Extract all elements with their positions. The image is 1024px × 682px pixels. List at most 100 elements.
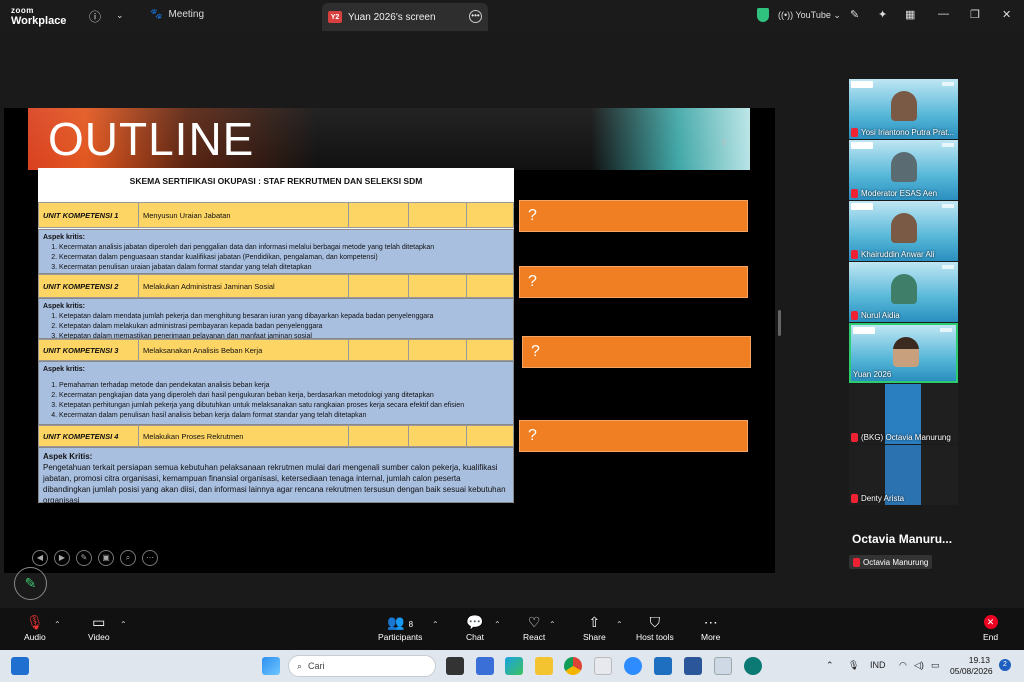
restore-icon[interactable]: ❐ — [970, 8, 980, 21]
annotate-pen-icon[interactable]: ✎ — [850, 8, 859, 21]
aspek-item: Kecermatan analisis jabatan diperoleh da… — [59, 243, 509, 253]
share-options-caret[interactable]: ⌃ — [616, 620, 623, 629]
search-box[interactable]: ⌕ Cari — [288, 655, 436, 677]
close-icon[interactable]: ✕ — [1002, 8, 1011, 21]
pen-tool-icon[interactable]: ✎ — [76, 550, 92, 566]
esas-logo — [851, 203, 873, 210]
clock[interactable]: 19.13 05/08/2026 — [950, 655, 993, 677]
react-options-caret[interactable]: ⌃ — [549, 620, 556, 629]
aspek-item: Pemahaman terhadap metode dan pendekatan… — [59, 381, 509, 391]
video-label: Video — [88, 632, 110, 642]
participant-tile[interactable]: Moderator ESAS Aen — [849, 140, 958, 200]
youtube-stream-menu[interactable]: ((•)) YouTube ⌄ — [778, 10, 841, 21]
sponsor-logo — [942, 204, 954, 208]
layout-icon[interactable]: ▦ — [905, 8, 915, 21]
participant-tile[interactable]: Khairuddin Anwar Ali — [849, 201, 958, 261]
photos-icon[interactable] — [714, 657, 732, 675]
edge-icon[interactable] — [505, 657, 523, 675]
participant-tile[interactable]: (BKG) Octavia Manurung — [849, 384, 958, 444]
unit-cell — [409, 340, 467, 360]
aspek-header: Aspek kritis: — [43, 303, 86, 310]
chevron-up-icon[interactable]: ⌃ — [826, 660, 834, 671]
aspek-header: Aspek Kritis: — [43, 452, 93, 461]
host-tools-button[interactable]: ⛉ Host tools — [636, 612, 674, 642]
chevron-down-icon[interactable]: ⌄ — [116, 10, 124, 21]
chrome-icon[interactable] — [564, 657, 582, 675]
more-options-icon[interactable]: ••• — [469, 10, 482, 23]
microphone-icon[interactable]: 🎙 — [848, 660, 859, 671]
audio-button[interactable]: 🎙 Audio — [24, 612, 46, 642]
more-icon: ⋯ — [703, 614, 718, 630]
aspek-item: Kecermatan dalam penulisan hasil analisi… — [59, 411, 509, 421]
snipping-tool-icon[interactable] — [594, 657, 612, 675]
react-button[interactable]: ♡ React — [523, 612, 545, 642]
battery-icon[interactable]: ▭ — [931, 660, 940, 671]
zoom-app-icon[interactable] — [624, 657, 642, 675]
chat-label: Chat — [466, 632, 484, 642]
video-options-caret[interactable]: ⌃ — [120, 620, 127, 629]
store-icon[interactable] — [476, 657, 494, 675]
sponsor-logo — [940, 328, 952, 332]
word-icon[interactable] — [684, 657, 702, 675]
widgets-icon[interactable] — [11, 657, 29, 675]
end-label: End — [983, 632, 999, 642]
shield-icon[interactable] — [757, 8, 769, 22]
participants-count: 8 — [408, 620, 414, 629]
volume-icon[interactable]: ◁) — [914, 660, 924, 671]
participant-video — [891, 91, 917, 121]
video-button[interactable]: ▭ Video — [88, 612, 110, 642]
participant-video — [891, 152, 917, 182]
meeting-menu[interactable]: 🐾 Meeting — [150, 9, 204, 20]
next-slide-icon[interactable]: ▶ — [54, 550, 70, 566]
slides-grid-icon[interactable]: ▣ — [98, 550, 114, 566]
participants-label: Participants — [378, 632, 423, 642]
participant-tile[interactable]: Nurul Aidia — [849, 262, 958, 322]
aspek-item: Kecermatan pengkajian data yang diperole… — [59, 391, 509, 401]
more-button[interactable]: ⋯ More — [701, 612, 720, 642]
esas-logo — [853, 327, 875, 334]
panel-resize-handle[interactable] — [778, 310, 781, 336]
minimize-icon[interactable]: — — [938, 8, 949, 20]
zoom-icon[interactable]: ⌕ — [120, 550, 136, 566]
aspek-item: Kecermatan penulisan uraian jabatan dala… — [59, 263, 509, 273]
unit-row: UNIT KOMPETENSI 4 Melakukan Proses Rekru… — [38, 425, 514, 447]
esas-logo — [851, 142, 873, 149]
logo-line2: Workplace — [11, 15, 67, 27]
participants-button[interactable]: 👥 8 Participants — [378, 612, 422, 642]
shared-screen[interactable]: OUTLINE 6 SKEMA SERTIFIKASI OKUPASI : ST… — [4, 108, 775, 573]
task-view-icon[interactable] — [446, 657, 464, 675]
sparkle-icon[interactable]: ✦ — [878, 8, 887, 21]
participants-options-caret[interactable]: ⌃ — [432, 620, 439, 629]
annotate-button[interactable]: ✎ — [14, 567, 47, 600]
paw-icon: 🐾 — [150, 9, 163, 20]
audio-options-caret[interactable]: ⌃ — [54, 620, 61, 629]
chat-options-caret[interactable]: ⌃ — [494, 620, 501, 629]
previous-slide-icon[interactable]: ◀ — [32, 550, 48, 566]
mic-muted-icon — [851, 189, 858, 198]
meeting-label: Meeting — [168, 9, 205, 20]
file-explorer-icon[interactable] — [535, 657, 553, 675]
language-indicator[interactable]: IND — [870, 660, 886, 670]
notification-badge[interactable]: 2 — [999, 659, 1011, 671]
end-button[interactable]: ✕ End — [983, 612, 998, 642]
participant-tile-active-speaker[interactable]: Yuan 2026 — [849, 323, 958, 383]
slide-title-band: OUTLINE 6 — [28, 108, 750, 170]
info-icon[interactable]: ⓘ — [89, 8, 101, 25]
aspek-kritis-box: Aspek kritis: Kecermatan analisis jabata… — [38, 229, 514, 274]
start-icon[interactable] — [262, 657, 280, 675]
participant-tile[interactable]: Denty Arista — [849, 445, 958, 505]
meeting-toolbar: 🎙 Audio ⌃ ▭ Video ⌃ 👥 8 Participants ⌃ 💬… — [0, 608, 1024, 650]
share-button[interactable]: ⇧ Share — [583, 612, 606, 642]
unit-cell — [467, 426, 513, 446]
more-icon[interactable]: ⋯ — [142, 550, 158, 566]
aspek-kritis-box: Aspek Kritis: Pengetahuan terkait persia… — [38, 447, 514, 505]
chat-button[interactable]: 💬 Chat — [466, 612, 484, 642]
heart-icon: ♡ — [527, 614, 541, 630]
participant-tile[interactable]: Yosi Iriantono Putra Prat... — [849, 79, 958, 139]
media-player-icon[interactable] — [654, 657, 672, 675]
aspek-item: Ketepatan dalam mendata jumlah pekerja d… — [59, 312, 509, 322]
unit-cell — [349, 203, 409, 227]
screen-share-tab[interactable]: Y2 Yuan 2026's screen ••• — [322, 3, 488, 31]
wifi-icon[interactable]: ◠ — [899, 660, 907, 671]
app-icon[interactable] — [744, 657, 762, 675]
